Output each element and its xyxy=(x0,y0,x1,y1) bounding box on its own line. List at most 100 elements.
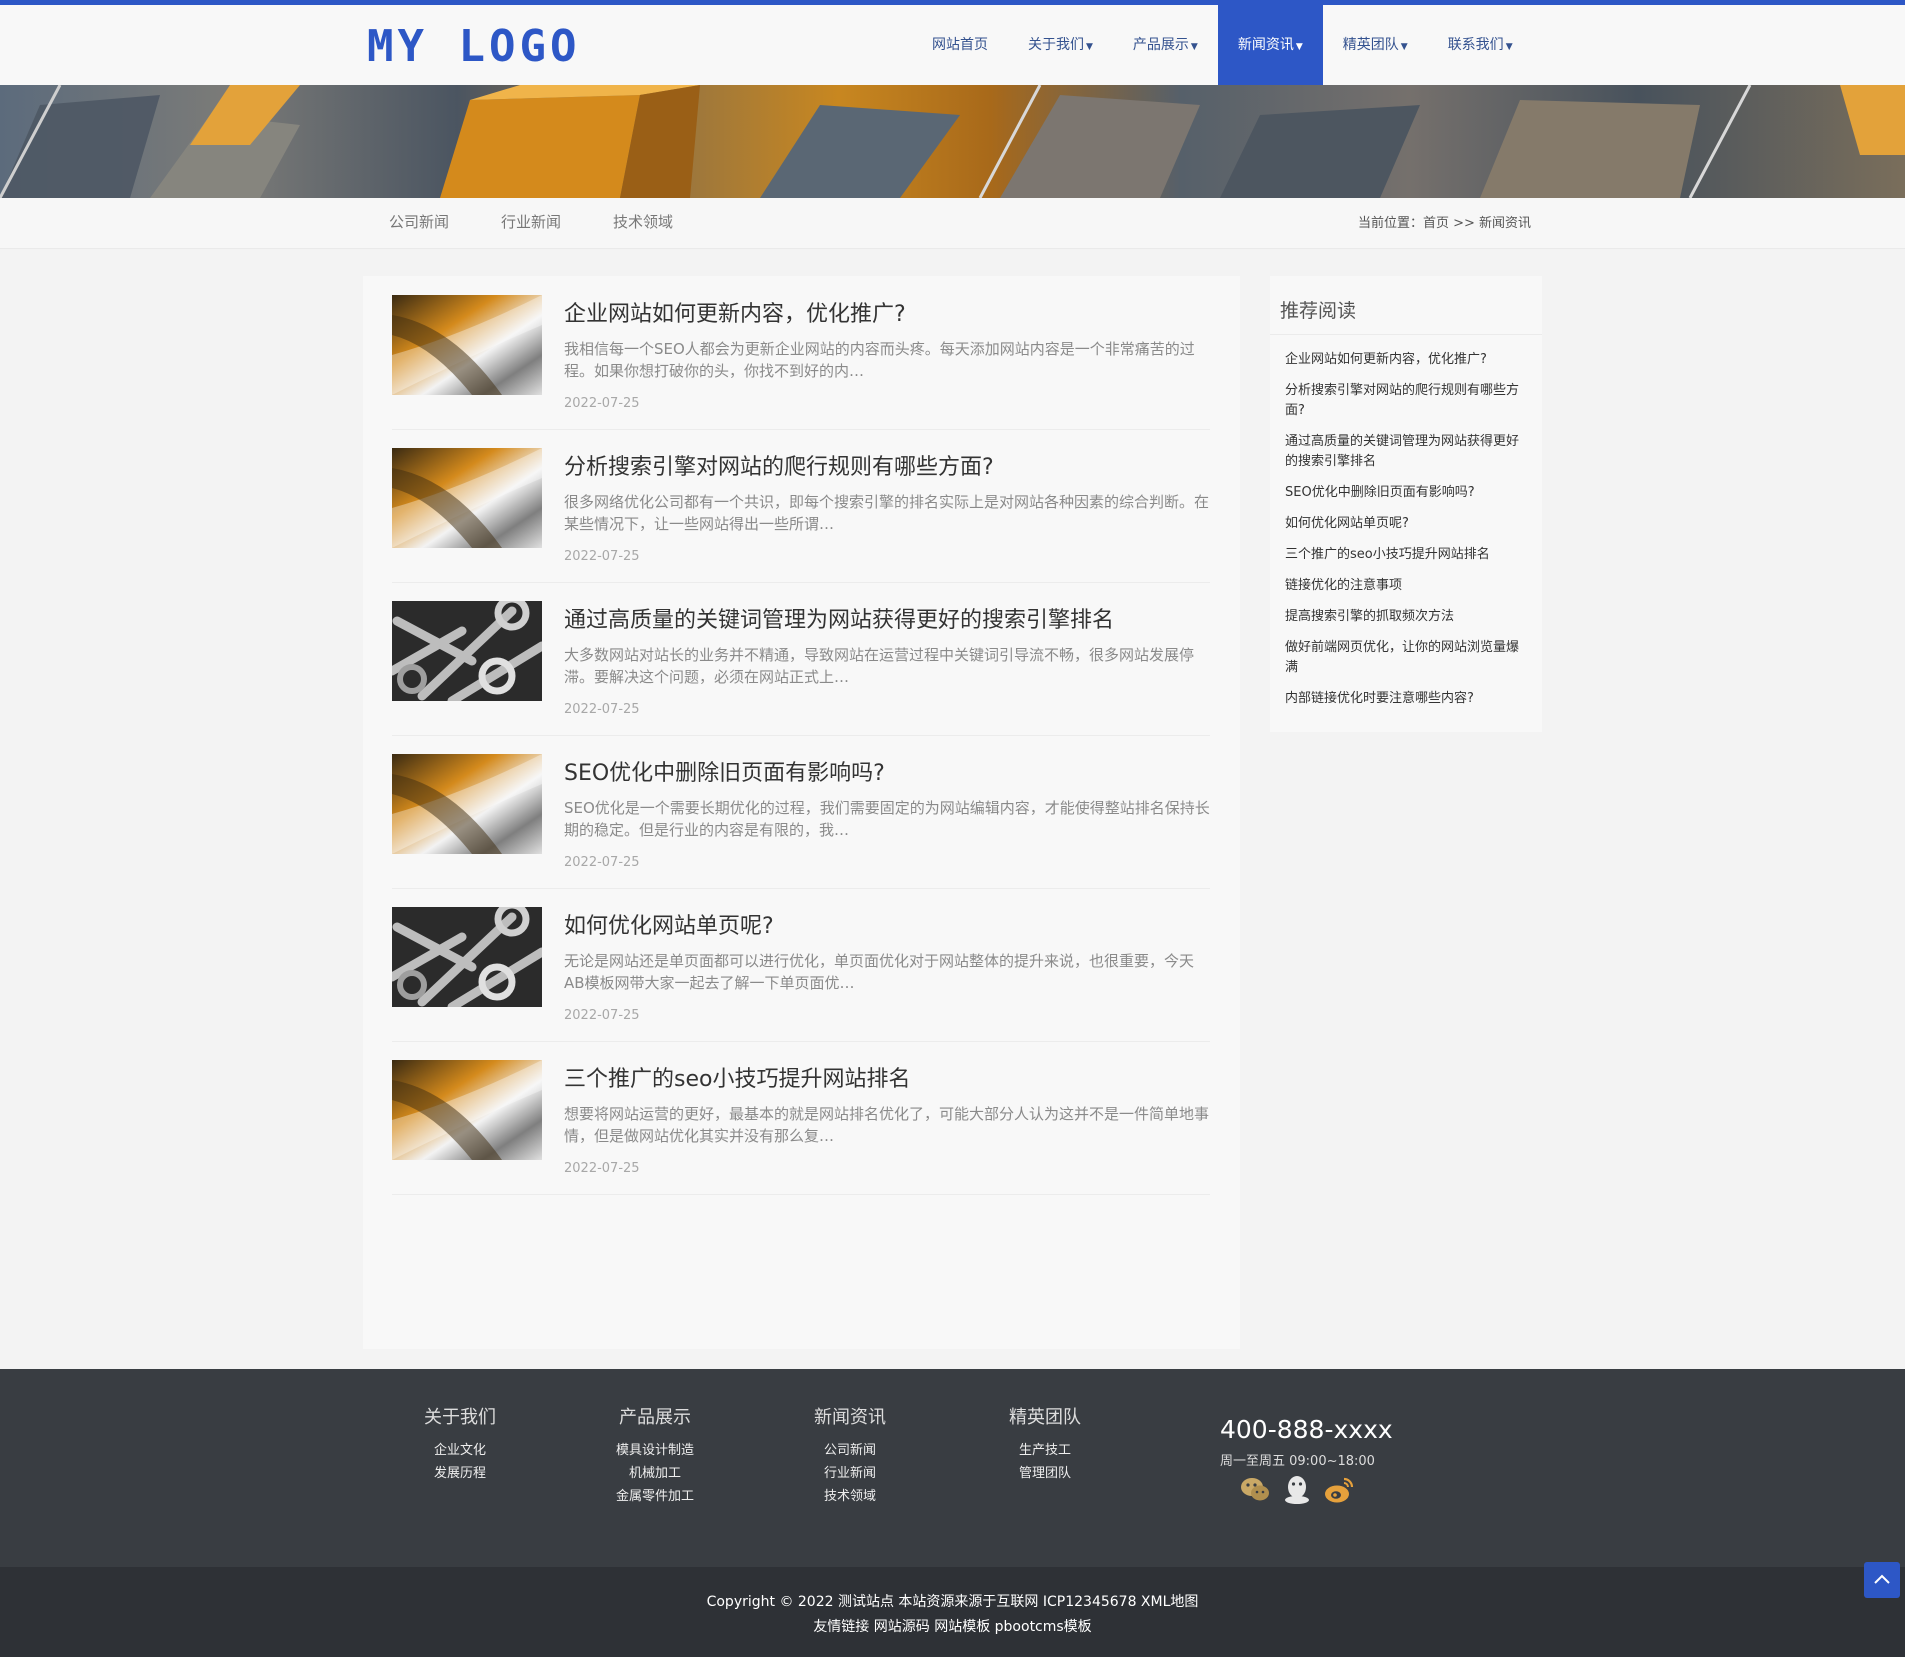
nav-label: 精英团队 xyxy=(1342,37,1399,53)
footer-link[interactable]: 模具设计制造 xyxy=(585,1439,725,1462)
recommended-item[interactable]: 三个推广的seo小技巧提升网站排名 xyxy=(1285,545,1529,565)
nav-label: 联系我们 xyxy=(1447,37,1504,53)
weibo-icon[interactable] xyxy=(1322,1473,1356,1507)
recommended-item[interactable]: 链接优化的注意事项 xyxy=(1285,576,1529,596)
recommended-item[interactable]: 提高搜索引擎的抓取频次方法 xyxy=(1285,607,1529,627)
footer-link[interactable]: 企业文化 xyxy=(390,1439,530,1462)
footer-link[interactable]: 金属零件加工 xyxy=(585,1485,725,1508)
article-summary: 我相信每一个SEO人都会为更新企业网站的内容而头疼。每天添加网站内容是一个非常痛… xyxy=(564,340,1195,380)
article-title[interactable]: 企业网站如何更新内容，优化推广? xyxy=(564,296,906,328)
article-date: 2022-07-25 xyxy=(564,702,640,717)
nav-item-5[interactable]: 联系我们 ▼ xyxy=(1428,5,1533,85)
article-title[interactable]: 三个推广的seo小技巧提升网站排名 xyxy=(564,1061,910,1093)
qq-icon[interactable] xyxy=(1280,1473,1314,1507)
recommended-item[interactable]: 分析搜索引擎对网站的爬行规则有哪些方面? xyxy=(1285,381,1529,421)
friend-links[interactable]: 友情链接 网站源码 网站模板 pbootcms模板 xyxy=(0,1616,1905,1636)
wechat-icon[interactable] xyxy=(1238,1473,1272,1507)
wrench-image[interactable] xyxy=(392,907,542,1007)
caret-down-icon: ▼ xyxy=(1505,42,1513,52)
article-date: 2022-07-25 xyxy=(564,396,640,411)
page-scrollbar-gutter xyxy=(1905,0,1922,1657)
nav-item-1[interactable]: 关于我们 ▼ xyxy=(1008,5,1113,85)
footer-column-title[interactable]: 精英团队 xyxy=(975,1403,1115,1429)
banner-cubes-image xyxy=(0,85,1905,198)
recommended-item[interactable]: 通过高质量的关键词管理为网站获得更好的搜索引擎排名 xyxy=(1285,432,1529,472)
article-title[interactable]: 分析搜索引擎对网站的爬行规则有哪些方面? xyxy=(564,449,994,481)
footer-column: 产品展示模具设计制造 机械加工 金属零件加工 xyxy=(585,1403,725,1508)
metal-tube-image[interactable] xyxy=(392,295,542,395)
article-date: 2022-07-25 xyxy=(564,1161,640,1176)
article-list: <<121/2>> 企业网站如何更新内容，优化推广?我相信每一个SEO人都会为更… xyxy=(363,276,1247,1558)
subnav-link-1[interactable]: 行业新闻 xyxy=(475,198,587,248)
sub-navigation: 公司新闻 行业新闻 技术领域 当前位置：首页 >> 新闻资讯 xyxy=(0,198,1905,249)
footer-column: 关于我们企业文化 发展历程 xyxy=(390,1403,530,1485)
footer-column: 精英团队生产技工 管理团队 xyxy=(975,1403,1115,1485)
site-header: MY LOGO 网站首页 关于我们 ▼ 产品展示 ▼ 新闻资讯 ▼ 精英团队 ▼ 联系我们 ▼ xyxy=(0,5,1905,85)
recommended-item[interactable]: SEO优化中删除旧页面有影响吗? xyxy=(1285,483,1529,503)
article-item: 企业网站如何更新内容，优化推广? 我相信每一个SEO人都会为更新企业网站的内容而头… xyxy=(392,276,1210,430)
metal-tube-image[interactable] xyxy=(392,448,542,548)
footer-link[interactable]: 技术领域 xyxy=(780,1485,920,1508)
recommended-item[interactable]: 企业网站如何更新内容，优化推广? xyxy=(1285,350,1529,370)
nav-item-2[interactable]: 产品展示 ▼ xyxy=(1113,5,1218,85)
footer-column: 新闻资讯公司新闻 行业新闻 技术领域 xyxy=(780,1403,920,1508)
article-date: 2022-07-25 xyxy=(564,1008,640,1023)
subnav-link-0[interactable]: 公司新闻 xyxy=(363,198,475,248)
article-date: 2022-07-25 xyxy=(564,549,640,564)
copyright-line: Copyright © 2022 测试站点 本站资源来源于互联网 ICP1234… xyxy=(706,1594,1199,1610)
article-summary: 想要将网站运营的更好，最基本的就是网站排名优化了，可能大部分人认为这并不是一件简… xyxy=(564,1105,1210,1145)
caret-down-icon: ▼ xyxy=(1400,42,1408,52)
article-item: 三个推广的seo小技巧提升网站排名想要将网站运营的更好，最基本的就是网站排名优化… xyxy=(392,1041,1210,1195)
footer-column-title[interactable]: 新闻资讯 xyxy=(780,1403,920,1429)
nav-label: 关于我们 xyxy=(1028,37,1084,53)
caret-down-icon: ▼ xyxy=(1190,42,1198,52)
footer-link[interactable]: 发展历程 xyxy=(390,1462,530,1485)
article-title[interactable]: 如何优化网站单页呢? xyxy=(564,908,774,940)
metal-tube-image[interactable] xyxy=(392,1060,542,1160)
social-icons xyxy=(1238,1473,1364,1507)
nav-label: 网站首页 xyxy=(932,37,988,53)
nav-label: 产品展示 xyxy=(1132,37,1189,53)
footer-link[interactable]: 行业新闻 xyxy=(780,1462,920,1485)
subnav-link-2[interactable]: 技术领域 xyxy=(587,198,699,248)
article-title[interactable]: 通过高质量的关键词管理为网站获得更好的搜索引擎排名 xyxy=(564,602,1114,634)
footer-link[interactable]: 公司新闻 xyxy=(780,1439,920,1462)
site-logo[interactable]: MY LOGO xyxy=(367,21,580,72)
category-links: 公司新闻 行业新闻 技术领域 xyxy=(363,198,699,248)
main-nav: 网站首页 关于我们 ▼ 产品展示 ▼ 新闻资讯 ▼ 精英团队 ▼ 联系我们 ▼ xyxy=(912,5,1533,85)
chevron-up-icon xyxy=(1874,1574,1890,1584)
footer-link[interactable]: 机械加工 xyxy=(585,1462,725,1485)
article-title[interactable]: SEO优化中删除旧页面有影响吗? xyxy=(564,755,885,787)
article-summary: 大多数网站对站长的业务并不精通，导致网站在运营过程中关键词引导流不畅，很多网站发… xyxy=(564,646,1195,686)
footer-link[interactable]: 管理团队 xyxy=(975,1462,1115,1485)
nav-item-3[interactable]: 新闻资讯 ▼ xyxy=(1217,5,1323,85)
banner-image xyxy=(0,85,1905,198)
footer-column-title[interactable]: 关于我们 xyxy=(390,1403,530,1429)
article-summary: 无论是网站还是单页面都可以进行优化，单页面优化对于网站整体的提升来说，也很重要，… xyxy=(564,952,1195,992)
recommended-item[interactable]: 做好前端网页优化，让你的网站浏览量爆满 xyxy=(1285,638,1529,678)
wrench-image[interactable] xyxy=(392,601,542,701)
site-footer: 400-888-xxxx 周一至周五 09:00~18:00 关于我们企业文化发… xyxy=(0,1369,1905,1567)
footer-column-title[interactable]: 产品展示 xyxy=(585,1403,725,1429)
nav-label: 新闻资讯 xyxy=(1237,37,1294,53)
recommended-item[interactable]: 如何优化网站单页呢? xyxy=(1285,514,1529,534)
footer-link[interactable]: 生产技工 xyxy=(975,1439,1115,1462)
article-date: 2022-07-25 xyxy=(564,855,640,870)
nav-item-4[interactable]: 精英团队 ▼ xyxy=(1323,5,1428,85)
footer-phone: 400-888-xxxx xyxy=(1220,1415,1393,1444)
sidebar-divider xyxy=(1270,334,1542,335)
article-item: SEO优化中删除旧页面有影响吗? SEO优化是一个需要长期优化的过程，我们需要固定… xyxy=(392,735,1210,889)
footer-hours: 周一至周五 09:00~18:00 xyxy=(1220,1454,1375,1469)
article-item: 分析搜索引擎对网站的爬行规则有哪些方面? 很多网络优化公司都有一个共识，即每个搜索… xyxy=(392,429,1210,583)
nav-item-0[interactable]: 网站首页 xyxy=(912,5,1008,85)
metal-tube-image[interactable] xyxy=(392,754,542,854)
breadcrumb: 当前位置：首页 >> 新闻资讯 xyxy=(1358,216,1532,231)
back-to-top-button[interactable] xyxy=(1864,1562,1900,1598)
caret-down-icon: ▼ xyxy=(1086,42,1093,52)
caret-down-icon: ▼ xyxy=(1295,42,1303,52)
sidebar-title: 推荐阅读 xyxy=(1280,300,1357,322)
article-summary: 很多网络优化公司都有一个共识，即每个搜索引擎的排名实际上是对网站各种因素的综合判… xyxy=(564,493,1210,533)
recommended-item[interactable]: 内部链接优化时要注意哪些内容? xyxy=(1285,689,1529,709)
recommended-reading: 推荐阅读 企业网站如何更新内容，优化推广? 分析搜索引擎对网站的爬行规则有哪些方面… xyxy=(1270,276,1542,732)
article-summary: SEO优化是一个需要长期优化的过程，我们需要固定的为网站编辑内容，才能使得整站排… xyxy=(564,799,1210,839)
